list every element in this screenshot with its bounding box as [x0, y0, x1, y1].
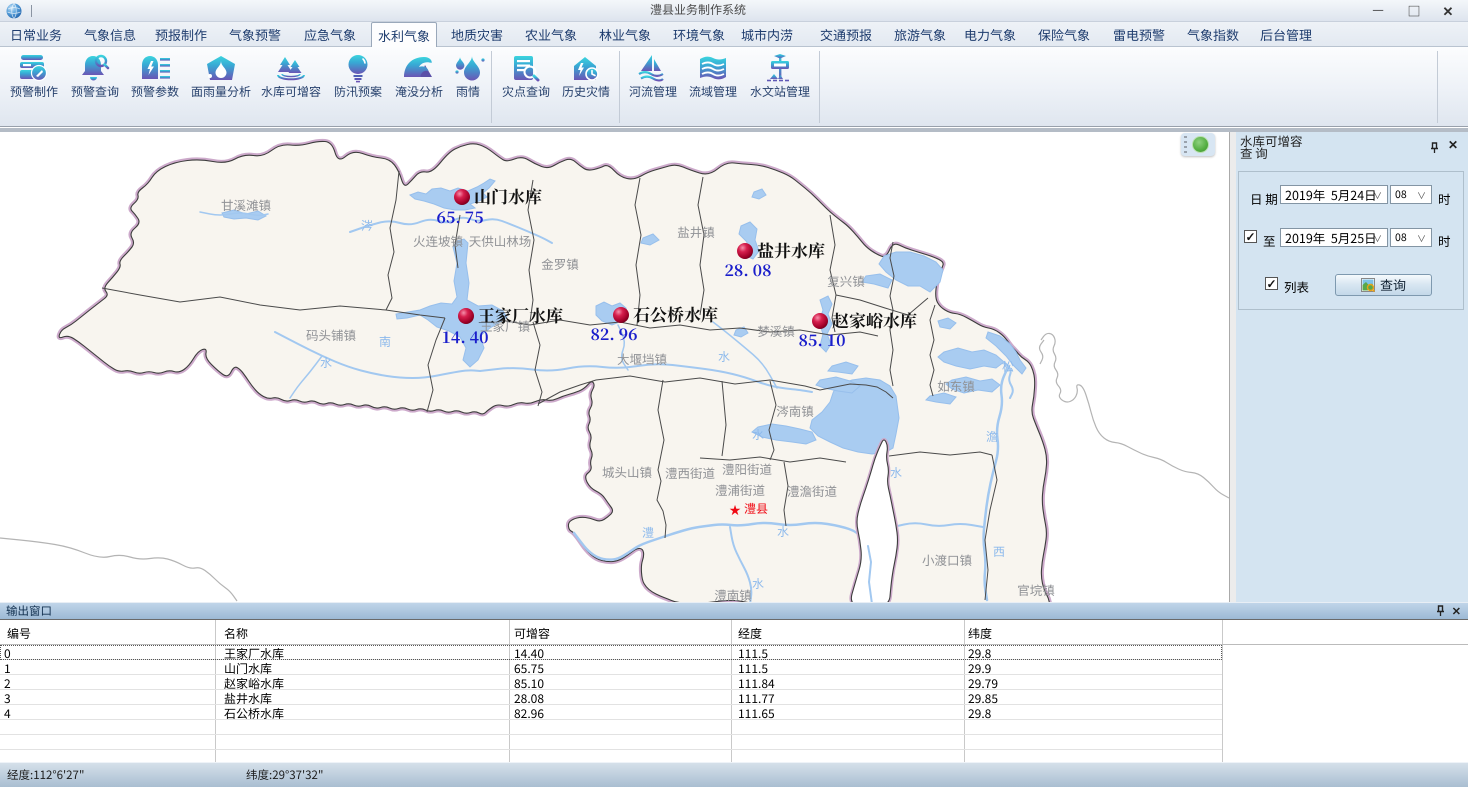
svg-text:金罗镇: 金罗镇: [541, 254, 579, 273]
svg-text:官垸镇: 官垸镇: [1017, 580, 1055, 599]
svg-text:大堰垱镇: 大堰垱镇: [617, 349, 667, 368]
svg-text:澧澹街道: 澧澹街道: [787, 481, 838, 500]
svg-text:复兴镇: 复兴镇: [827, 271, 865, 290]
svg-text:南: 南: [379, 333, 391, 350]
svg-text:水: 水: [752, 575, 764, 592]
svg-text:澧浦街道: 澧浦街道: [715, 480, 766, 499]
svg-text:水: 水: [890, 464, 902, 481]
svg-text:城头山镇: 城头山镇: [602, 462, 652, 481]
svg-text:水: 水: [752, 426, 764, 443]
svg-text:82. 96: 82. 96: [590, 322, 637, 345]
svg-text:65. 75: 65. 75: [436, 205, 483, 228]
svg-text:小渡口镇: 小渡口镇: [922, 550, 972, 569]
svg-text:澧: 澧: [642, 524, 654, 541]
svg-text:涔: 涔: [361, 217, 373, 234]
svg-text:28. 08: 28. 08: [724, 258, 771, 281]
svg-text:码头铺镇: 码头铺镇: [306, 325, 356, 344]
svg-text:澧县: 澧县: [744, 500, 768, 517]
svg-text:西: 西: [993, 543, 1005, 560]
svg-text:水: 水: [777, 523, 789, 540]
svg-text:澹: 澹: [986, 428, 998, 445]
svg-text:澧南镇: 澧南镇: [714, 585, 752, 602]
svg-text:85. 10: 85. 10: [798, 328, 845, 351]
svg-text:天供山林场: 天供山林场: [469, 231, 532, 250]
svg-text:澧阳街道: 澧阳街道: [722, 459, 773, 478]
svg-text:王家厂水库: 王家厂水库: [478, 302, 563, 327]
svg-text:山门水库: 山门水库: [474, 183, 542, 208]
svg-text:盐井镇: 盐井镇: [677, 222, 715, 241]
svg-text:澧西街道: 澧西街道: [665, 463, 716, 482]
svg-text:甘溪滩镇: 甘溪滩镇: [221, 195, 271, 214]
svg-text:14. 40: 14. 40: [441, 325, 488, 348]
svg-text:水: 水: [320, 354, 332, 371]
svg-text:水: 水: [718, 348, 730, 365]
svg-text:如东镇: 如东镇: [937, 376, 975, 395]
svg-text:松: 松: [1002, 358, 1014, 375]
svg-text:★: ★: [729, 500, 742, 520]
svg-text:石公桥水库: 石公桥水库: [633, 301, 718, 326]
svg-text:火连坡镇: 火连坡镇: [413, 231, 463, 250]
svg-text:梦溪镇: 梦溪镇: [757, 321, 795, 340]
svg-text:涔南镇: 涔南镇: [776, 401, 814, 420]
